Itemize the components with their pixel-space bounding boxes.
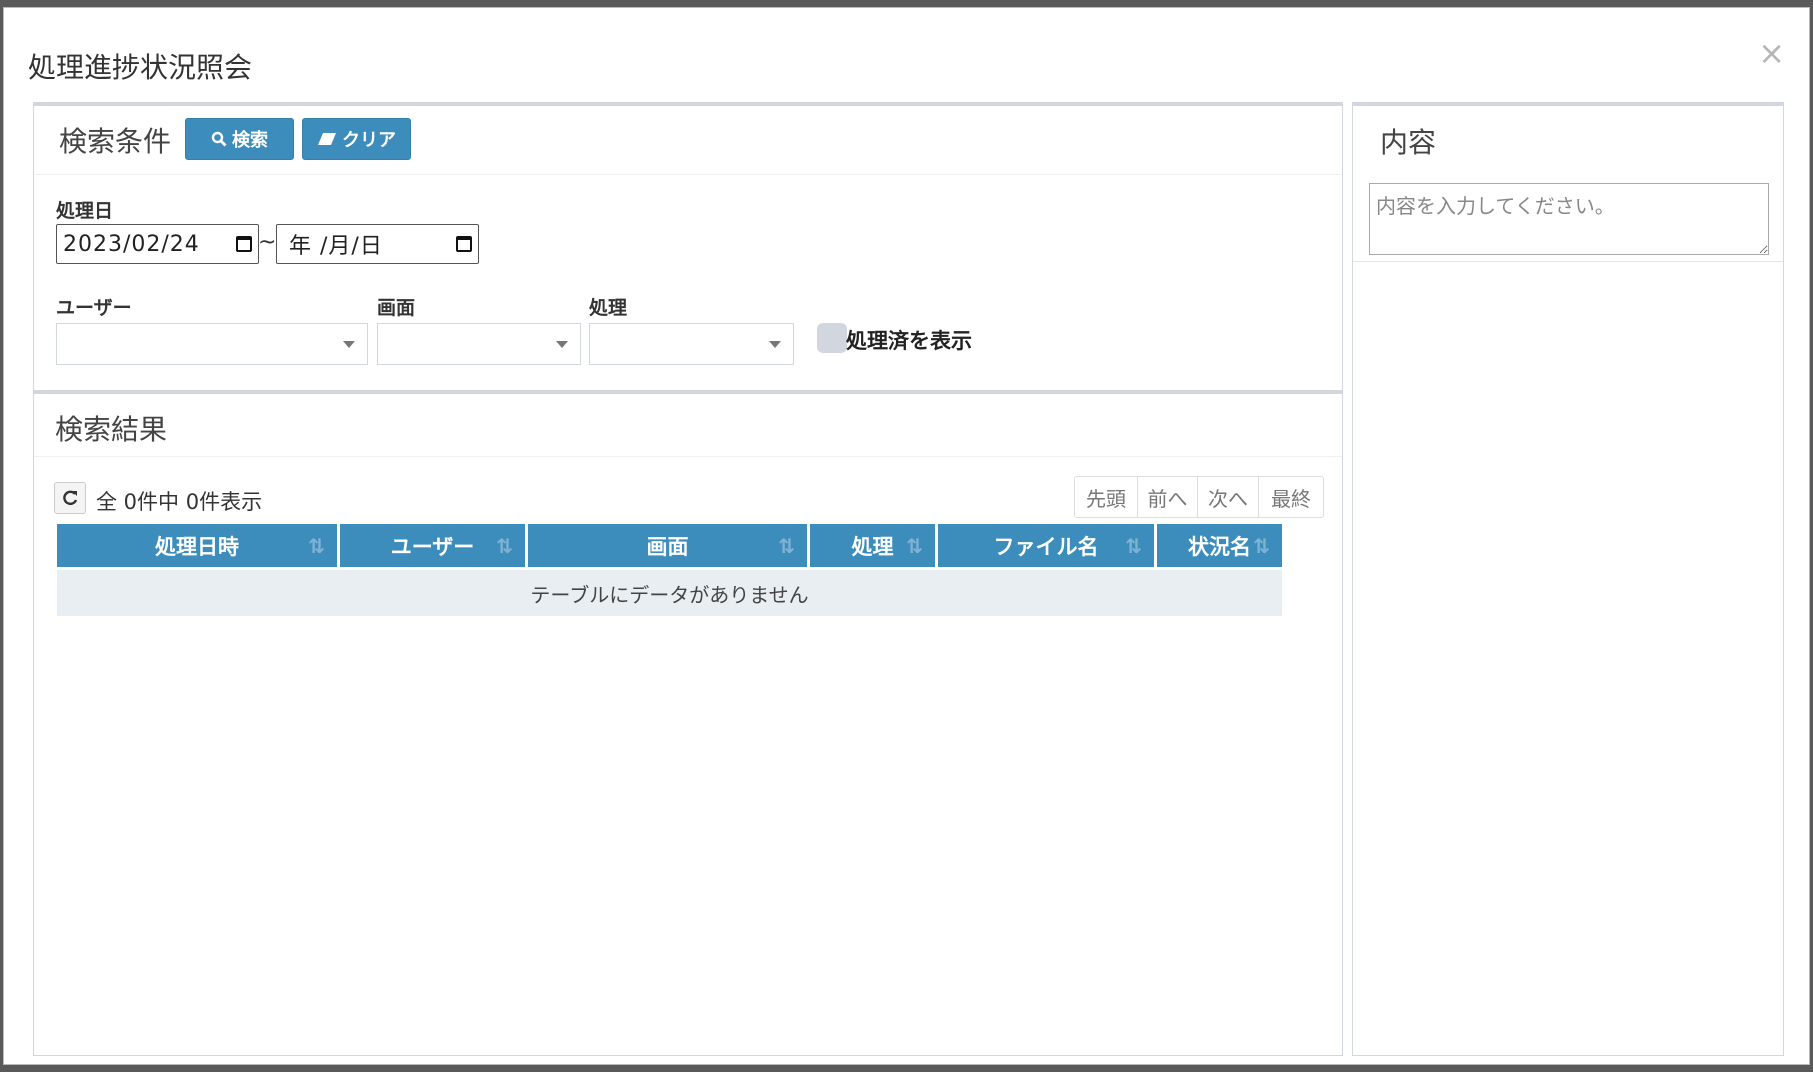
refresh-button[interactable] [54,482,86,514]
search-button-label: 検索 [232,130,268,151]
refresh-icon [63,490,78,506]
date-from-input[interactable]: 2023/02/24 [56,224,259,264]
column-label: ファイル名 [993,534,1099,559]
column-header-status[interactable]: 状況名 ⇅ [1157,524,1282,567]
pager-last[interactable]: 最終 [1259,477,1323,517]
search-button[interactable]: 検索 [185,118,294,160]
date-to-input[interactable]: 年 /月/日 [276,224,479,264]
sort-icon: ⇅ [1125,533,1142,558]
eraser-icon [318,133,336,145]
sort-icon: ⇅ [1253,533,1270,558]
modal-title: 処理進捗状況照会 [28,51,253,84]
pager-next[interactable]: 次へ [1198,477,1259,517]
date-separator: ~ [258,230,277,255]
chevron-down-icon [556,341,568,348]
column-header-user[interactable]: ユーザー ⇅ [340,524,525,567]
search-panel-header: 検索条件 検索 クリア [34,106,1342,175]
content-textarea[interactable] [1369,183,1769,255]
calendar-icon[interactable] [236,236,252,252]
date-from-value: 2023/02/24 [63,231,200,257]
result-count: 全 0件中 0件表示 [96,490,263,514]
content-panel: 内容 [1352,102,1784,1056]
table-header: 処理日時 ⇅ ユーザー ⇅ 画面 ⇅ 処理 ⇅ ファイル名 ⇅ 状況名 ⇅ [57,524,1282,567]
search-icon [211,131,227,147]
user-select[interactable] [56,323,368,365]
column-header-process[interactable]: 処理 ⇅ [810,524,935,567]
date-label: 処理日 [56,200,114,222]
column-label: ユーザー [390,534,475,559]
column-label: 処理日時 [155,534,239,559]
empty-table-message: テーブルにデータがありません [57,570,1282,616]
column-header-processed-at[interactable]: 処理日時 ⇅ [57,524,337,567]
sort-icon: ⇅ [308,533,325,558]
clear-button[interactable]: クリア [302,118,411,160]
column-label: 処理 [851,534,894,559]
sort-icon: ⇅ [778,533,795,558]
clear-button-label: クリア [342,130,396,151]
show-processed-toggle[interactable] [817,323,847,353]
modal-dialog: 処理進捗状況照会 × 検索条件 検索 クリア 処理日 2023/02/24 ~ … [3,7,1810,1065]
pagination: 先頭 前へ 次へ 最終 [1074,476,1324,518]
pager-first[interactable]: 先頭 [1075,477,1138,517]
user-label: ユーザー [56,297,132,319]
results-panel-title: 検索結果 [55,413,168,446]
process-select[interactable] [589,323,794,365]
pager-prev[interactable]: 前へ [1138,477,1198,517]
content-panel-title: 内容 [1380,126,1437,159]
show-processed-label: 処理済を表示 [846,329,972,353]
results-panel: 検索結果 全 0件中 0件表示 先頭 前へ 次へ 最終 処理日時 ⇅ ユーザー ⇅ … [33,390,1343,1056]
column-header-file-name[interactable]: ファイル名 ⇅ [938,524,1154,567]
screen-select[interactable] [377,323,581,365]
process-label: 処理 [589,297,628,319]
chevron-down-icon [769,341,781,348]
column-header-screen[interactable]: 画面 ⇅ [528,524,807,567]
search-panel-title: 検索条件 [59,125,172,158]
content-panel-header: 内容 [1353,106,1783,262]
search-panel: 検索条件 検索 クリア 処理日 2023/02/24 ~ 年 /月/日 ユーザー… [33,102,1343,392]
sort-icon: ⇅ [906,533,923,558]
screen-label: 画面 [377,297,416,319]
close-icon[interactable]: × [1758,34,1785,72]
date-to-placeholder: 年 /月/日 [289,234,383,259]
results-panel-header: 検索結果 [34,394,1342,457]
chevron-down-icon [343,341,355,348]
sort-icon: ⇅ [496,533,513,558]
calendar-icon[interactable] [456,236,472,252]
column-label: 画面 [646,534,689,559]
column-label: 状況名 [1188,534,1251,559]
